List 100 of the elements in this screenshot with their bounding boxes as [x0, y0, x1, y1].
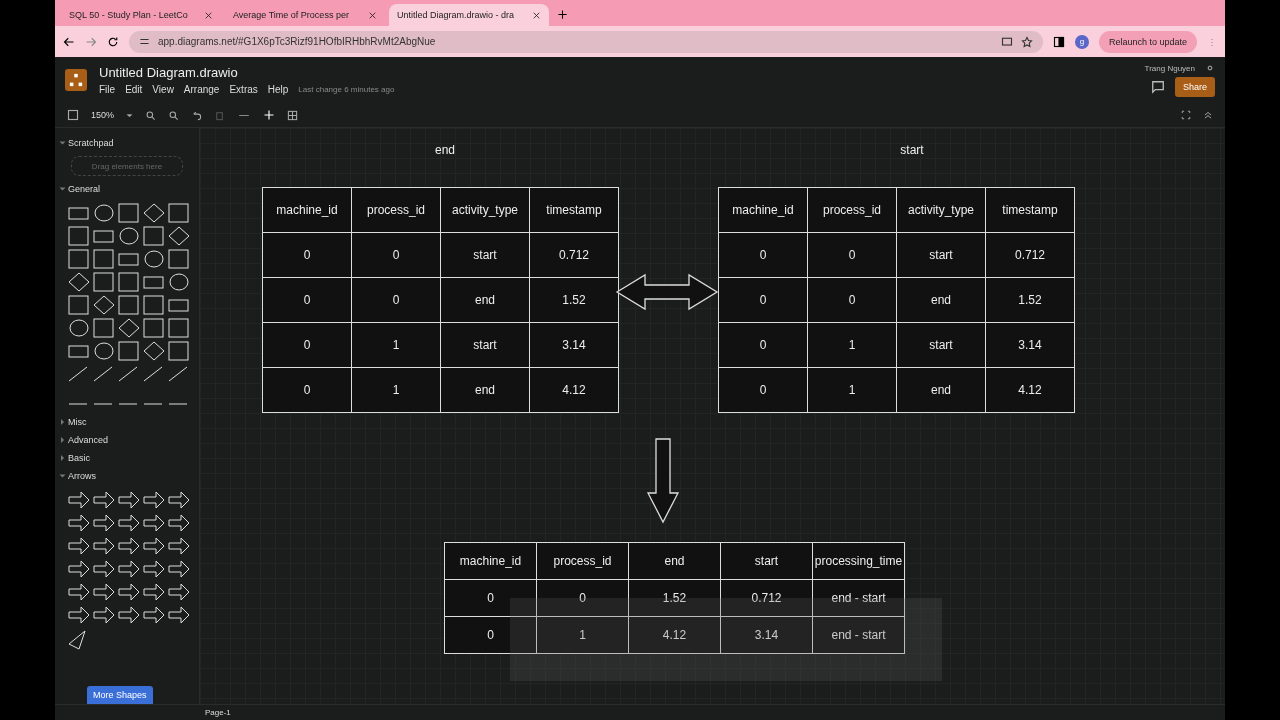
table-cell: start [896, 322, 986, 368]
table-cell: end [440, 277, 530, 323]
more-shapes-button[interactable]: More Shapes [87, 686, 153, 704]
format-panel-icon[interactable] [67, 109, 79, 121]
share-button[interactable]: Share [1174, 77, 1215, 97]
comment-icon[interactable] [1150, 80, 1165, 94]
table-cell: 0 [351, 277, 441, 323]
table-cell: 0 [262, 277, 352, 323]
table-cell: 0 [262, 367, 352, 413]
column-header: machine_id [444, 542, 537, 580]
table-cell: 1.52 [529, 277, 619, 323]
column-header: processing_time [812, 542, 905, 580]
table-cell: 3.14 [720, 616, 813, 654]
table-cell: 4.12 [529, 367, 619, 413]
browser-tab[interactable]: Average Time of Process per [225, 4, 385, 26]
section-header[interactable]: Arrows [61, 471, 193, 481]
table-cell: start [896, 232, 986, 278]
table-cell: 0 [718, 367, 808, 413]
table-cell: 4.12 [985, 367, 1075, 413]
table-cell: end - start [812, 579, 905, 617]
undo-icon[interactable] [191, 109, 203, 121]
column-header: process_id [536, 542, 629, 580]
table-cell: 0 [807, 232, 897, 278]
url-text: app.diagrams.net/#G1X6pTc3Rizf91HOfbIRHbhRvMt2AbgNue [158, 36, 437, 47]
relaunch-button[interactable]: Relaunch to update [1098, 30, 1197, 53]
table-cell: end - start [812, 616, 905, 654]
table-cell: 1 [536, 616, 629, 654]
table-cell: 1.52 [985, 277, 1075, 323]
user-name[interactable]: Trang Nguyen [1144, 63, 1195, 73]
table-cell: 0 [807, 277, 897, 323]
column-header: timestamp [529, 187, 619, 233]
menu-item[interactable]: Edit [125, 84, 143, 95]
table-cell: 1 [351, 322, 441, 368]
last-change-text: Last change 6 minutes ago [298, 85, 395, 94]
table-icon[interactable] [287, 109, 299, 121]
section-header[interactable]: Basic [61, 453, 193, 463]
column-header: machine_id [718, 187, 808, 233]
profile-avatar[interactable]: g [1074, 34, 1089, 49]
caret-icon[interactable] [126, 111, 134, 119]
table-cell: 0.712 [529, 232, 619, 278]
diagram-label: start [900, 143, 924, 157]
table-cell: 0 [536, 579, 629, 617]
install-icon[interactable] [1000, 35, 1013, 48]
table-cell: 0.712 [720, 579, 813, 617]
sidebar-icon[interactable] [1052, 35, 1065, 48]
zoom-dropdown[interactable]: 150% [91, 110, 115, 120]
menu-item[interactable]: View [152, 84, 174, 95]
column-header: process_id [807, 187, 897, 233]
star-icon[interactable] [1020, 35, 1033, 48]
arrow-shapes-drawing[interactable] [67, 489, 192, 652]
back-icon[interactable] [63, 35, 75, 48]
page-tab[interactable]: Page-1 [205, 708, 231, 717]
table-cell: 4.12 [628, 616, 721, 654]
section-header[interactable]: General [61, 184, 193, 194]
collapse-icon[interactable] [1203, 110, 1213, 120]
column-header: start [720, 542, 813, 580]
section-header[interactable]: Advanced [61, 435, 193, 445]
diagram-label: end [435, 143, 455, 157]
table-cell: 3.14 [529, 322, 619, 368]
section-header[interactable]: Scratchpad [61, 138, 193, 148]
zoom-out-icon[interactable] [168, 109, 180, 121]
table-cell: 3.14 [985, 322, 1075, 368]
table-cell: 1 [351, 367, 441, 413]
table-cell: 0 [718, 232, 808, 278]
sun-icon[interactable] [1205, 63, 1215, 73]
table-cell: 0 [351, 232, 441, 278]
table-cell: 0.712 [985, 232, 1075, 278]
browser-tab[interactable]: Untitled Diagram.drawio - dra [389, 4, 549, 26]
column-header: activity_type [440, 187, 530, 233]
document-title[interactable]: Untitled Diagram.drawio [99, 65, 1133, 80]
menu-item[interactable]: Arrange [183, 84, 220, 95]
menu-item[interactable]: File [99, 84, 116, 95]
zoom-in-icon[interactable] [145, 109, 157, 121]
table-cell: 1 [807, 367, 897, 413]
table-cell: 0 [262, 232, 352, 278]
close-icon[interactable] [368, 10, 377, 20]
section-header[interactable]: Misc [61, 417, 193, 427]
table-cell: 0 [444, 579, 537, 617]
column-header: timestamp [985, 187, 1075, 233]
close-icon[interactable] [532, 10, 541, 20]
settings-icon[interactable] [139, 36, 150, 47]
reload-icon[interactable] [107, 35, 119, 48]
table-cell: end [440, 367, 530, 413]
menu-item[interactable]: Extras [229, 84, 258, 95]
browser-tab[interactable]: SQL 50 - Study Plan - LeetCo [61, 4, 221, 26]
menu-item[interactable]: Help [267, 84, 289, 95]
close-icon[interactable] [204, 10, 213, 20]
column-header: end [628, 542, 721, 580]
table-cell: 0 [262, 322, 352, 368]
column-header: process_id [351, 187, 441, 233]
table-cell: 1 [807, 322, 897, 368]
table-cell: end [896, 367, 986, 413]
column-header: machine_id [262, 187, 352, 233]
fullscreen-icon[interactable] [1181, 110, 1191, 120]
scratchpad-drop-zone: Drag elements here [71, 156, 183, 176]
address-bar[interactable]: app.diagrams.net/#G1X6pTc3Rizf91HOfbIRHbhRvMt2AbgNue [129, 30, 1043, 53]
table-cell: start [440, 322, 530, 368]
plus-icon[interactable] [557, 9, 568, 20]
column-header: activity_type [896, 187, 986, 233]
table-cell: 1.52 [628, 579, 721, 617]
